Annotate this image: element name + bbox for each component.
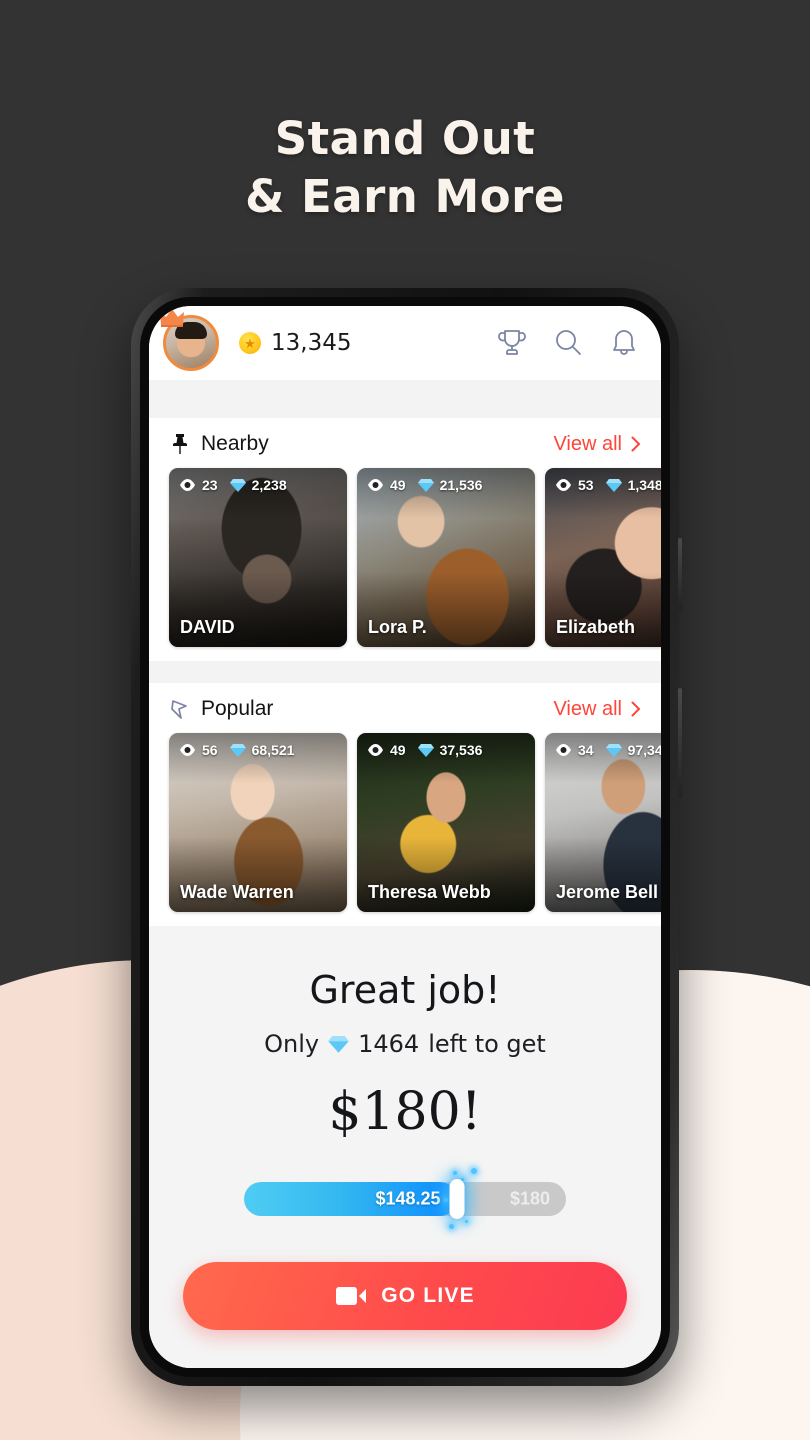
- eye-icon: [368, 744, 383, 756]
- gem-count: 2,238: [251, 477, 287, 493]
- gem-icon: [417, 743, 434, 757]
- sparkle-dot: [470, 1168, 477, 1174]
- gem-count: 97,347: [627, 742, 661, 758]
- section-title-nearby: Nearby: [201, 432, 269, 455]
- stream-stats: 49 37,536: [367, 742, 482, 758]
- go-live-label: GO LIVE: [381, 1284, 475, 1307]
- gems-remaining: 1464: [358, 1030, 420, 1058]
- app-top-bar: ★ 13,345: [149, 306, 661, 380]
- reward-title: Great job!: [309, 968, 501, 1012]
- phone-side-button-power[interactable]: [678, 688, 682, 798]
- section-nearby: Nearby View all 23 2,238 DAVID 49 21,536…: [149, 418, 661, 661]
- progress-thumb[interactable]: [449, 1179, 465, 1219]
- streamer-name: Elizabeth: [556, 617, 636, 637]
- card-list-popular: 56 68,521 Wade Warren 49 37,536 Theresa …: [149, 733, 661, 926]
- reward-sub-suffix: left to get: [428, 1030, 546, 1058]
- gem-count: 21,536: [439, 477, 483, 493]
- chevron-right-icon: [631, 436, 640, 452]
- stream-stats: 53 1,348: [555, 477, 661, 493]
- card-list-nearby: 23 2,238 DAVID 49 21,536 Lora P. 53 1,34…: [149, 468, 661, 661]
- view-all-label: View all: [553, 432, 622, 455]
- reward-sub-prefix: Only: [264, 1030, 320, 1058]
- stream-stats: 23 2,238: [179, 477, 287, 493]
- gem-icon: [417, 478, 434, 492]
- video-camera-icon: [336, 1287, 367, 1305]
- coin-icon: ★: [239, 332, 261, 354]
- streamer-name: Jerome Bell: [556, 882, 659, 902]
- eye-icon: [180, 479, 195, 491]
- stream-card[interactable]: 23 2,238 DAVID: [169, 468, 347, 647]
- go-live-button[interactable]: GO LIVE: [183, 1262, 627, 1330]
- section-header-nearby: Nearby View all: [149, 418, 661, 468]
- reward-subtitle: Only 1464 left to get: [149, 1030, 661, 1058]
- stream-card[interactable]: 49 21,536 Lora P.: [357, 468, 535, 647]
- gem-count: 68,521: [251, 742, 295, 758]
- crown-icon: [160, 309, 184, 327]
- section-title-popular: Popular: [201, 697, 274, 720]
- view-all-label: View all: [553, 697, 622, 720]
- view-all-nearby[interactable]: View all: [553, 433, 641, 456]
- star-outline-icon: [171, 700, 187, 719]
- viewer-count: 34: [578, 742, 594, 758]
- viewer-count: 49: [390, 742, 406, 758]
- stream-card[interactable]: 53 1,348 Elizabeth: [545, 468, 661, 647]
- section-separator-strip: [149, 661, 661, 683]
- section-popular: Popular View all 56 68,521 Wade Warren 4…: [149, 683, 661, 926]
- phone-side-button-volume[interactable]: [678, 538, 682, 610]
- eye-icon: [556, 744, 571, 756]
- search-icon[interactable]: [553, 327, 583, 359]
- headline-line-2: & Earn More: [245, 170, 565, 223]
- top-separator-strip: [149, 380, 661, 418]
- eye-icon: [180, 744, 195, 756]
- viewer-count: 23: [202, 477, 218, 493]
- view-all-popular[interactable]: View all: [553, 698, 641, 721]
- phone-bezel: ★ 13,345 Nearby View all 23 2,238 DAVID …: [140, 297, 670, 1377]
- bell-icon[interactable]: [609, 327, 639, 359]
- streamer-name: Theresa Webb: [368, 882, 491, 902]
- sparkle-dot: [443, 1198, 448, 1202]
- gem-icon: [229, 743, 246, 757]
- avatar-container[interactable]: [160, 309, 219, 371]
- stream-card[interactable]: 49 37,536 Theresa Webb: [357, 733, 535, 912]
- gem-count: 37,536: [439, 742, 483, 758]
- stream-stats: 56 68,521: [179, 742, 294, 758]
- gem-count: 1,348: [627, 477, 661, 493]
- stream-card[interactable]: 56 68,521 Wade Warren: [169, 733, 347, 912]
- sparkle-dot: [448, 1224, 454, 1229]
- sparkle-dot: [464, 1220, 468, 1223]
- viewer-count: 53: [578, 477, 594, 493]
- streamer-name: DAVID: [180, 617, 235, 637]
- gem-icon: [328, 1035, 349, 1053]
- phone-mockup: ★ 13,345 Nearby View all 23 2,238 DAVID …: [131, 288, 682, 1386]
- earnings-progress-bar[interactable]: $180 $148.25: [244, 1168, 566, 1229]
- headline-line-1: Stand Out: [274, 112, 536, 165]
- trophy-icon[interactable]: [497, 327, 527, 359]
- viewer-count: 49: [390, 477, 406, 493]
- sparkle-dot: [452, 1171, 457, 1175]
- gem-icon: [229, 478, 246, 492]
- streamer-name: Wade Warren: [180, 882, 294, 902]
- viewer-count: 56: [202, 742, 218, 758]
- progress-current-label: $148.25: [375, 1188, 441, 1209]
- stream-stats: 49 21,536: [367, 477, 482, 493]
- reward-amount: $180!: [328, 1082, 482, 1142]
- eye-icon: [556, 479, 571, 491]
- stream-card[interactable]: 34 97,347 Jerome Bell: [545, 733, 661, 912]
- gem-icon: [605, 478, 622, 492]
- reward-panel: Great job! Only 1464 left to get $180! $…: [149, 926, 661, 1368]
- stream-stats: 34 97,347: [555, 742, 661, 758]
- top-bar-actions: [497, 327, 639, 359]
- promo-headline: Stand Out & Earn More: [0, 110, 810, 226]
- section-header-popular: Popular View all: [149, 683, 661, 733]
- streamer-name: Lora P.: [368, 617, 427, 637]
- phone-screen: ★ 13,345 Nearby View all 23 2,238 DAVID …: [149, 306, 661, 1368]
- app-store-screenshot: Stand Out & Earn More ★ 13,345 Nearby Vi…: [0, 0, 810, 1440]
- chevron-right-icon: [631, 701, 640, 717]
- coin-balance: 13,345: [271, 330, 352, 356]
- progress-target-label: $180: [509, 1188, 550, 1209]
- eye-icon: [368, 479, 383, 491]
- pin-icon: [173, 434, 187, 454]
- gem-icon: [605, 743, 622, 757]
